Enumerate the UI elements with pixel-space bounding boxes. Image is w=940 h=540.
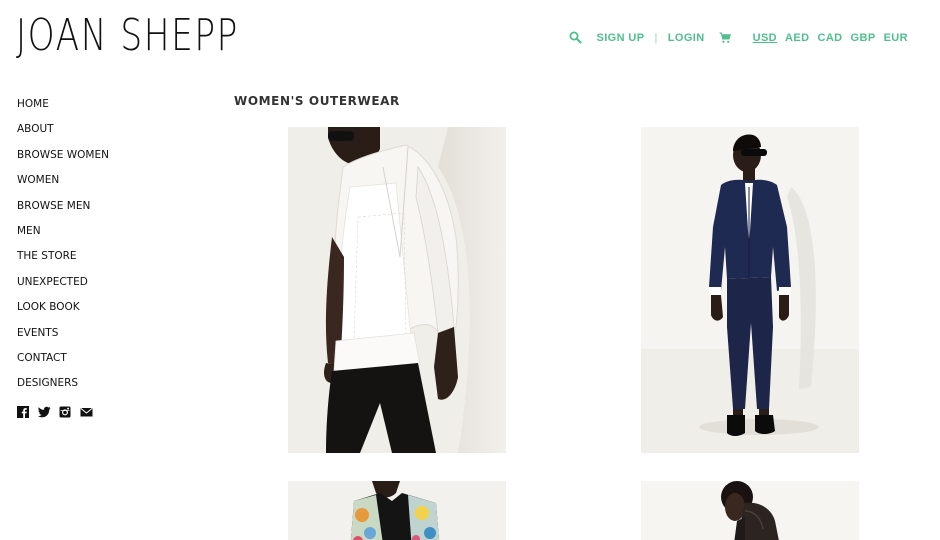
currency-eur[interactable]: EUR (884, 32, 908, 44)
sidebar-item-the-store[interactable]: THE STORE (17, 250, 187, 275)
sidebar-nav: HOME ABOUT BROWSE WOMEN WOMEN BROWSE MEN… (17, 98, 187, 418)
social-links (17, 405, 187, 418)
instagram-icon[interactable] (59, 405, 72, 418)
sidebar-item-contact[interactable]: CONTACT (17, 352, 187, 377)
sidebar-item-men[interactable]: MEN (17, 225, 187, 250)
sidebar-item-look-book[interactable]: LOOK BOOK (17, 301, 187, 326)
woman-floral-jacket-photo (288, 481, 506, 540)
product-card[interactable] (641, 127, 859, 453)
sidebar-item-events[interactable]: EVENTS (17, 327, 187, 352)
sidebar-item-women[interactable]: WOMEN (17, 174, 187, 199)
top-nav: SIGN UP | LOGIN USD AED CAD GBP EUR (569, 31, 908, 44)
search-icon[interactable] (569, 31, 583, 44)
woman-navy-suit-photo (641, 127, 859, 453)
facebook-icon[interactable] (17, 405, 30, 418)
sidebar-item-about[interactable]: ABOUT (17, 123, 187, 148)
sidebar-item-designers[interactable]: DESIGNERS (17, 377, 187, 402)
twitter-icon[interactable] (38, 405, 51, 418)
nav-divider: | (654, 31, 658, 44)
login-link[interactable]: LOGIN (668, 32, 705, 44)
woman-white-blazer-photo (288, 127, 506, 453)
currency-usd[interactable]: USD (753, 32, 777, 44)
brand-logo[interactable]: JOAN SHEPP (16, 12, 237, 60)
page-title: WOMEN'S OUTERWEAR (234, 94, 400, 108)
currency-aed[interactable]: AED (785, 32, 809, 44)
currency-gbp[interactable]: GBP (851, 32, 876, 44)
product-card[interactable] (288, 127, 506, 453)
email-icon[interactable] (80, 405, 93, 418)
sidebar-item-browse-women[interactable]: BROWSE WOMEN (17, 149, 187, 174)
product-card[interactable] (288, 481, 506, 540)
currency-cad[interactable]: CAD (817, 32, 842, 44)
sidebar-item-unexpected[interactable]: UNEXPECTED (17, 276, 187, 301)
woman-dark-hooded-jacket-photo (641, 481, 859, 540)
product-card[interactable] (641, 481, 859, 540)
cart-icon[interactable] (719, 32, 731, 44)
signup-link[interactable]: SIGN UP (596, 32, 644, 44)
sidebar-item-home[interactable]: HOME (17, 98, 187, 123)
sidebar-item-browse-men[interactable]: BROWSE MEN (17, 200, 187, 225)
